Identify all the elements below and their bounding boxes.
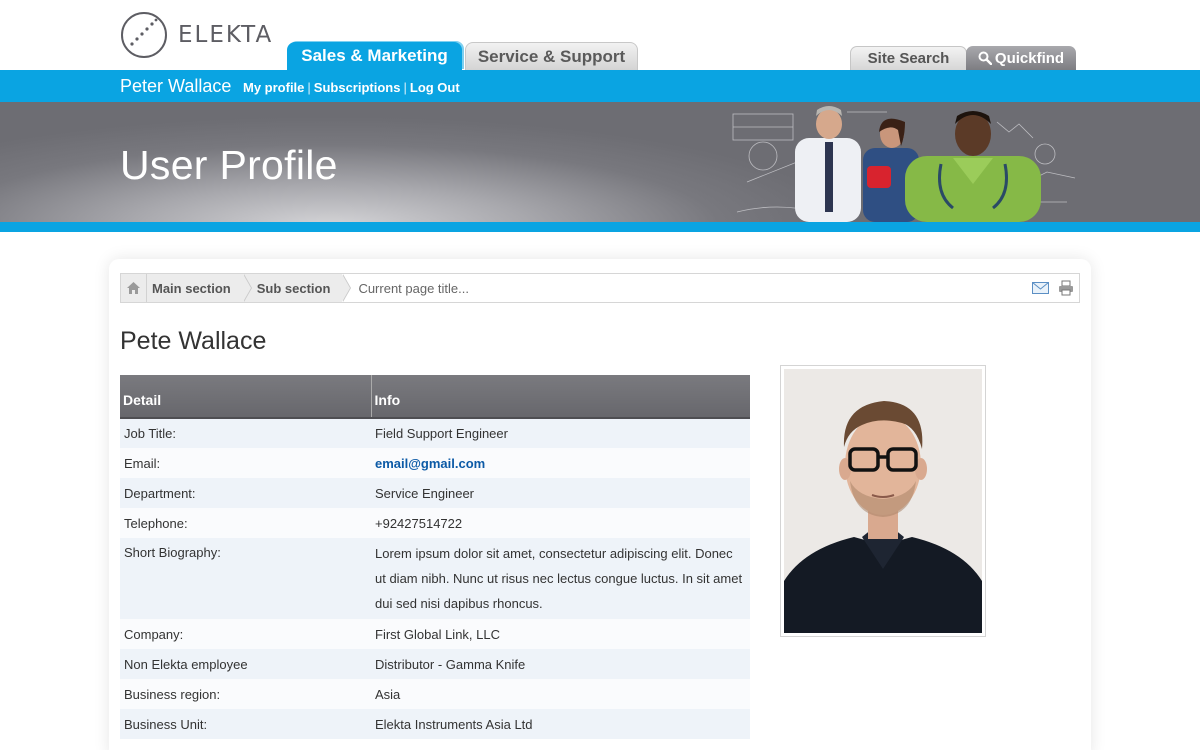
my-profile-link[interactable]: My profile	[243, 80, 304, 95]
site-header: ELEKTA Sales & Marketing Service & Suppo…	[0, 0, 1200, 70]
row-label: Non Elekta employee	[120, 649, 371, 679]
row-label: Job Title:	[120, 418, 371, 448]
row-value: Field Support Engineer	[371, 418, 750, 448]
table-row: Non Elekta employee Distributor - Gamma …	[120, 649, 750, 679]
row-value: Service Engineer	[371, 478, 750, 508]
email-link[interactable]: email@gmail.com	[375, 456, 485, 471]
row-label: Email:	[120, 448, 371, 478]
table-row: Email: email@gmail.com	[120, 448, 750, 478]
print-icon[interactable]	[1057, 280, 1075, 296]
table-row: Business region: Asia	[120, 679, 750, 709]
row-value: +92427514722	[371, 508, 750, 538]
breadcrumb-actions	[1031, 280, 1075, 296]
row-label: Department:	[120, 478, 371, 508]
elekta-logo[interactable]: ELEKTA	[120, 11, 273, 59]
banner-accent-stripe	[0, 222, 1200, 232]
link-separator: |	[307, 80, 311, 95]
table-row: Business Unit: Elekta Instruments Asia L…	[120, 709, 750, 739]
profile-photo-frame	[780, 365, 986, 637]
table-row: Job Title: Field Support Engineer	[120, 418, 750, 448]
column-header-detail: Detail	[120, 375, 371, 419]
subscriptions-link[interactable]: Subscriptions	[314, 80, 401, 95]
logged-in-user-name: Peter Wallace	[120, 76, 232, 96]
table-row: Short Biography: Lorem ipsum dolor sit a…	[120, 538, 750, 619]
page-title: User Profile	[120, 142, 338, 188]
row-label: Company:	[120, 619, 371, 649]
home-icon[interactable]	[121, 274, 147, 302]
logo-wordmark: ELEKTA	[178, 22, 274, 48]
tab-sales-marketing[interactable]: Sales & Marketing	[287, 42, 462, 70]
row-value: Elekta Instruments Asia Ltd	[371, 709, 750, 739]
banner-clinicians-image	[732, 106, 1076, 222]
row-value: First Global Link, LLC	[371, 619, 750, 649]
log-out-link[interactable]: Log Out	[410, 80, 460, 95]
profile-name-heading: Pete Wallace	[120, 327, 267, 355]
user-bar: Peter Wallace My profile | Subscriptions…	[0, 70, 1200, 102]
breadcrumb-current-page: Current page title...	[358, 280, 469, 296]
row-label: Short Biography:	[120, 538, 371, 619]
breadcrumb-sub-section[interactable]: Sub section	[242, 274, 352, 302]
quickfind-tab[interactable]: Quickfind	[966, 46, 1076, 70]
table-row: Department: Service Engineer	[120, 478, 750, 508]
table-row: Company: First Global Link, LLC	[120, 619, 750, 649]
site-search-tab[interactable]: Site Search	[850, 46, 967, 70]
breadcrumb: Main section Sub section Current page ti…	[120, 273, 1080, 303]
profile-photo	[784, 369, 982, 633]
profile-detail-table: Detail Info Job Title: Field Support Eng…	[120, 375, 750, 739]
table-header-row: Detail Info	[120, 375, 750, 419]
row-value: Asia	[371, 679, 750, 709]
column-header-info: Info	[370, 375, 750, 419]
page-banner: User Profile	[0, 102, 1200, 222]
row-value: Lorem ipsum dolor sit amet, consectetur …	[371, 538, 750, 619]
row-label: Telephone:	[120, 508, 371, 538]
email-page-icon[interactable]	[1031, 280, 1049, 296]
user-links: My profile | Subscriptions | Log Out	[243, 80, 460, 95]
row-label: Business region:	[120, 679, 371, 709]
tab-service-support[interactable]: Service & Support	[465, 42, 638, 70]
table-row: Telephone: +92427514722	[120, 508, 750, 538]
row-value: Distributor - Gamma Knife	[371, 649, 750, 679]
row-label: Business Unit:	[120, 709, 371, 739]
link-separator: |	[403, 80, 407, 95]
elekta-logo-icon	[121, 12, 167, 58]
clinician-figure-1	[795, 106, 861, 222]
clinician-figure-3	[905, 111, 1041, 222]
breadcrumb-main-section[interactable]: Main section	[147, 274, 252, 302]
quickfind-label: Quickfind	[994, 49, 1065, 67]
row-value: email@gmail.com	[371, 448, 750, 478]
magnifier-icon	[978, 51, 992, 65]
